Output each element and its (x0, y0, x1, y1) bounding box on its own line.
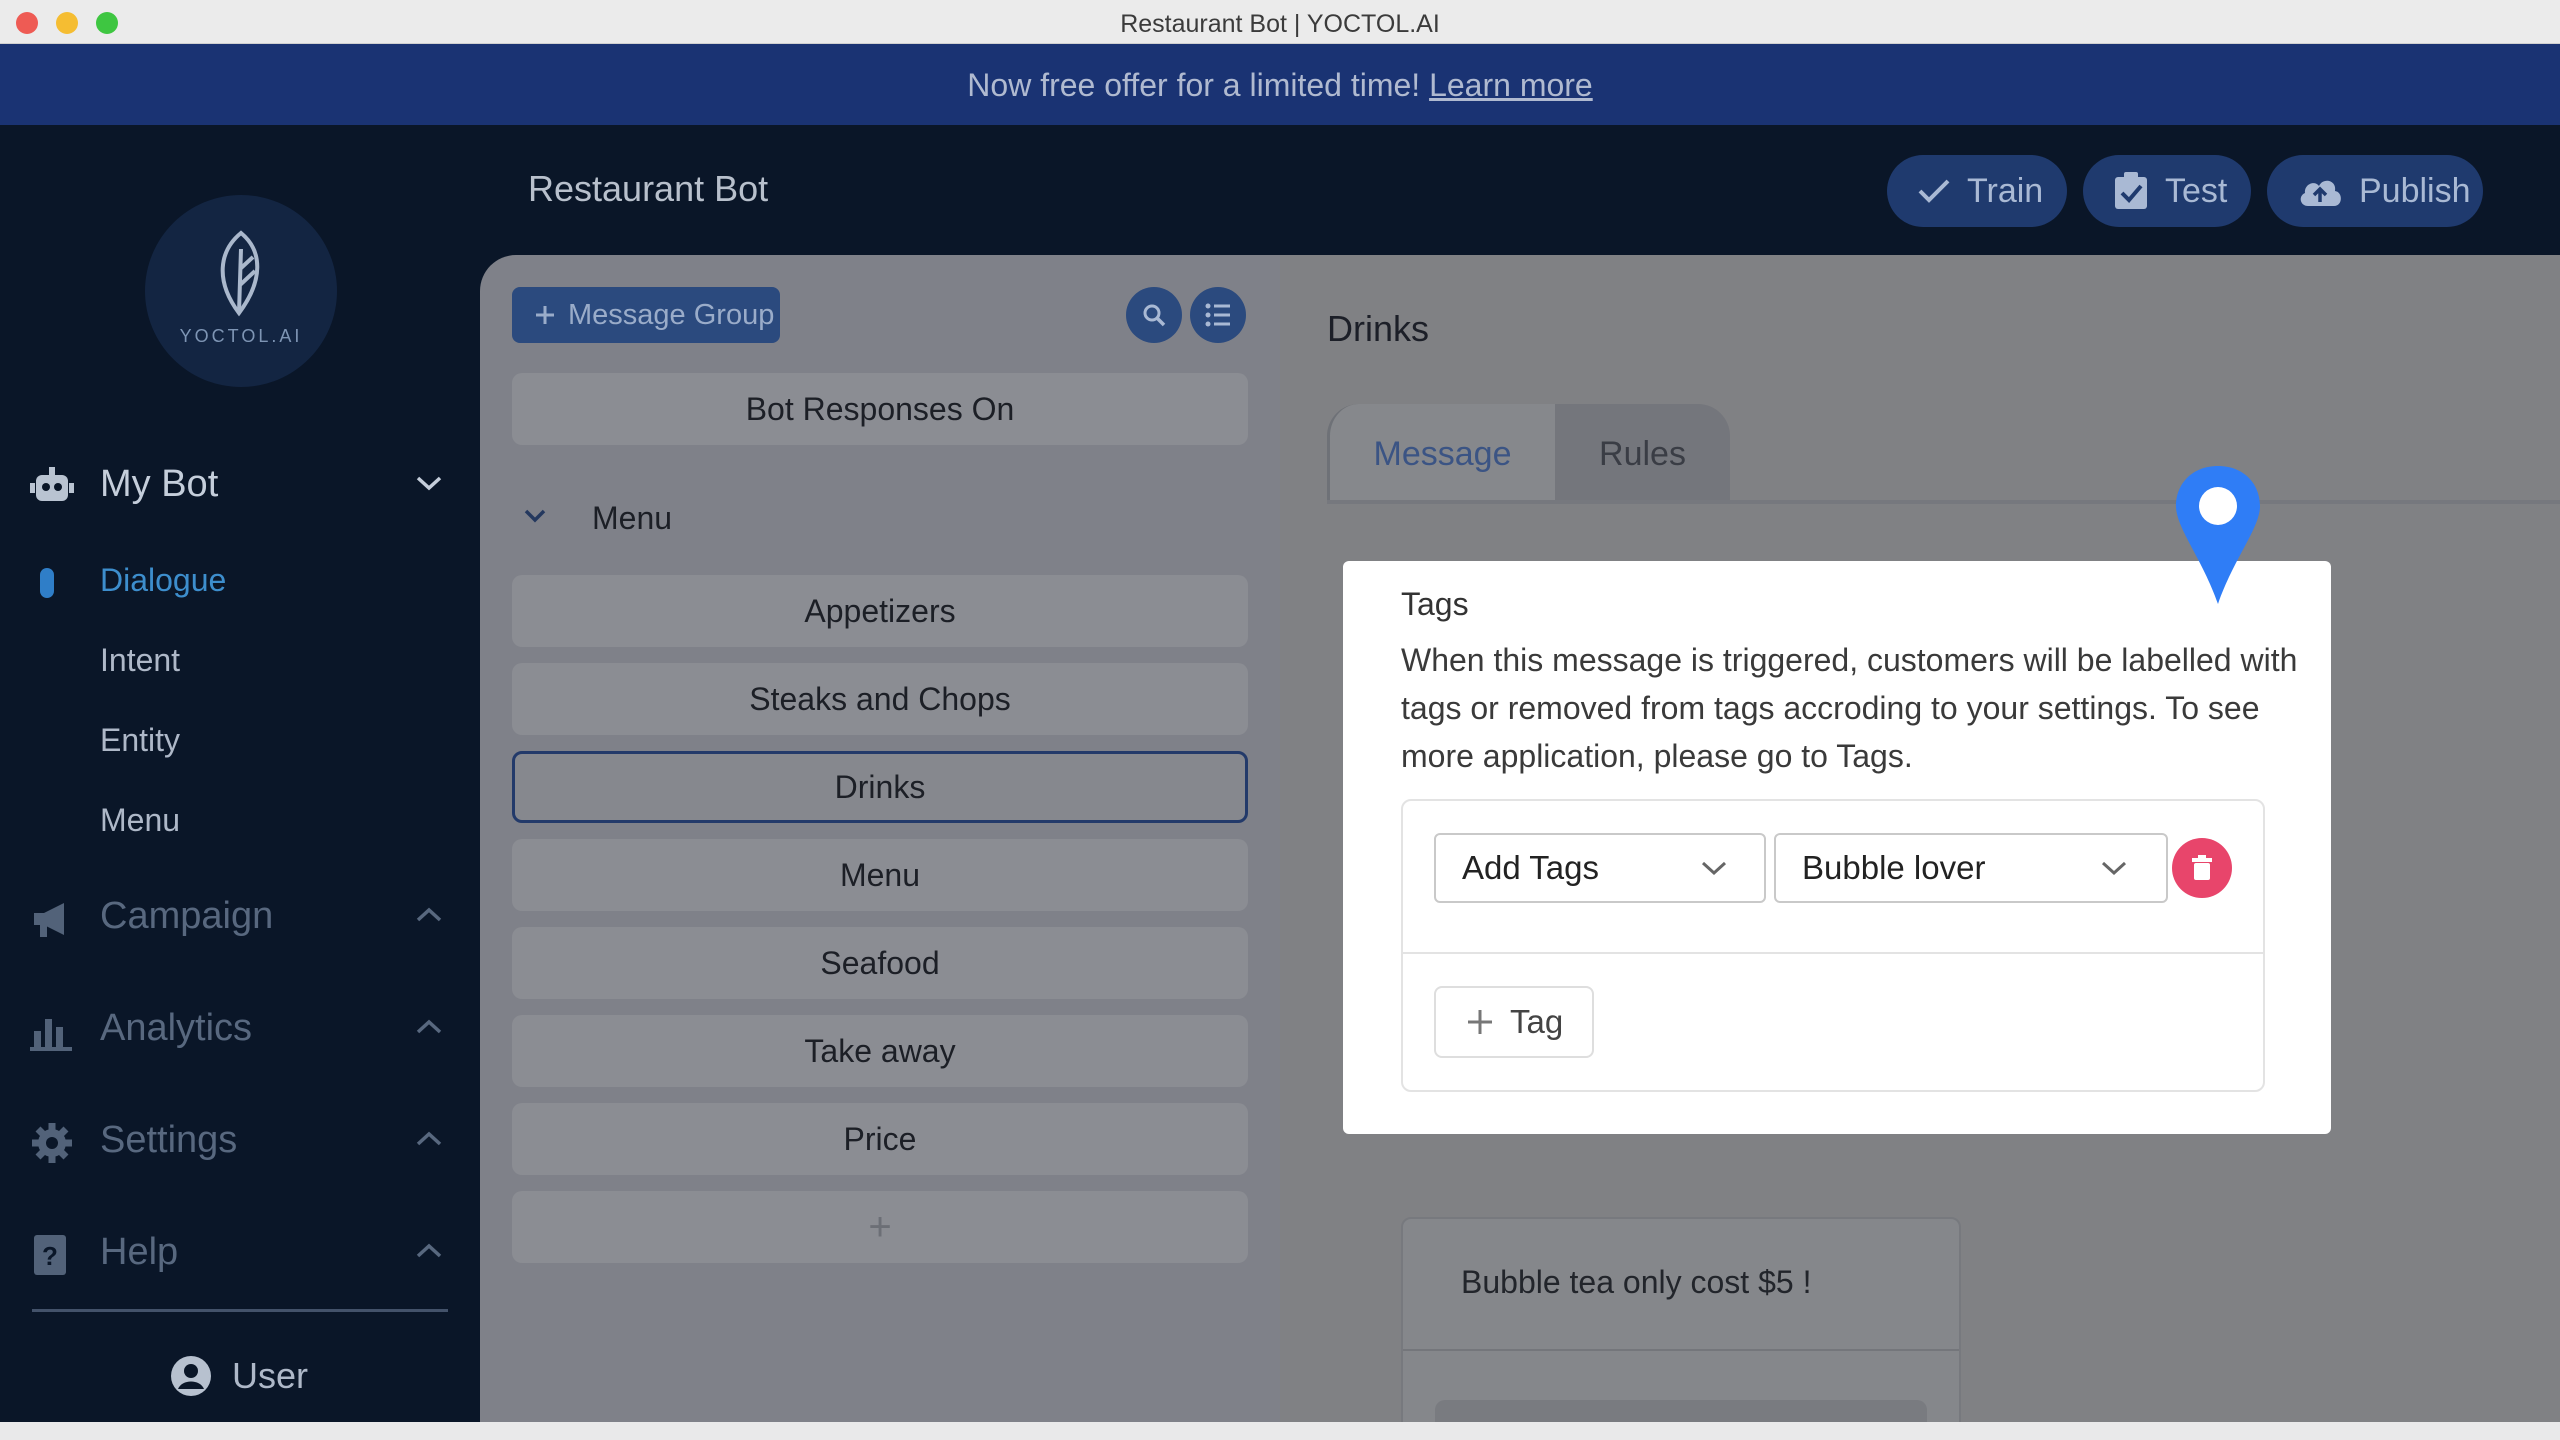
sidebar-divider (32, 1309, 448, 1312)
checkmark-icon (1918, 179, 1950, 203)
entity-label: Entity (100, 722, 181, 758)
add-message-group-button[interactable]: Message Group (512, 287, 780, 343)
group-item-steaks-and-chops[interactable]: Steaks and Chops (512, 663, 1248, 735)
megaphone-icon (34, 903, 64, 937)
sidebar-item-my-bot[interactable]: My Bot (0, 463, 480, 523)
gear-icon (32, 1123, 72, 1163)
group-item-take-away[interactable]: Take away (512, 1015, 1248, 1087)
test-label: Test (2165, 171, 2228, 210)
promo-banner: Now free offer for a limited time! Learn… (0, 44, 2560, 125)
window-titlebar: Restaurant Bot | YOCTOL.AI (0, 0, 2560, 44)
publish-label: Publish (2359, 171, 2471, 210)
menu-label: Menu (100, 802, 181, 838)
message-text: Bubble tea only cost $5 ! (1461, 1264, 1812, 1300)
dialogue-label: Dialogue (100, 562, 227, 598)
intent-label: Intent (100, 642, 181, 678)
sidebar-item-analytics[interactable]: Analytics (0, 1007, 480, 1067)
chevron-down-icon (1701, 861, 1727, 876)
train-button[interactable]: Train (1887, 155, 2067, 227)
banner-text: Now free offer for a limited time! (967, 67, 1430, 103)
window-title: Restaurant Bot | YOCTOL.AI (1120, 10, 1440, 38)
logo-text: YOCTOL.AI (179, 326, 303, 346)
tag-action-value: Add Tags (1462, 849, 1599, 886)
active-indicator (40, 568, 54, 598)
group-item-appetizers[interactable]: Appetizers (512, 575, 1248, 647)
tag-name-value: Bubble lover (1802, 849, 1986, 886)
tab-underline (1327, 500, 2560, 504)
window-bottom-edge (0, 1422, 2560, 1440)
leaf-logo-icon (220, 230, 260, 317)
settings-label: Settings (100, 1119, 238, 1161)
add-tag-button[interactable]: Tag (1434, 986, 1594, 1058)
robot-icon (30, 467, 74, 501)
user-menu[interactable]: User (170, 1355, 308, 1397)
tab-message[interactable]: Message (1327, 404, 1555, 500)
location-pin-icon (2176, 466, 2260, 604)
help-label: Help (100, 1231, 179, 1273)
publish-button[interactable]: Publish (2267, 155, 2483, 227)
sidebar-item-dialogue[interactable]: Dialogue (0, 562, 480, 612)
tag-box-divider (1403, 952, 2263, 954)
message-group-label: Message Group (568, 298, 775, 331)
plus-icon (536, 306, 554, 324)
train-label: Train (1967, 171, 2044, 210)
chevron-up-icon (416, 1019, 442, 1034)
bar-chart-icon (30, 1019, 72, 1051)
logo[interactable]: YOCTOL.AI (145, 195, 337, 387)
group-item-drinks[interactable]: Drinks (512, 751, 1248, 823)
chevron-down-icon (416, 476, 442, 491)
clipboard-check-icon (2115, 172, 2147, 209)
cloud-upload-icon (2300, 180, 2341, 206)
group-item-menu[interactable]: Menu (512, 839, 1248, 911)
menu-group-label: Menu (592, 500, 673, 536)
user-label: User (232, 1355, 309, 1396)
tags-title: Tags (1401, 586, 1469, 622)
add-tag-label: Tag (1510, 1003, 1564, 1040)
chevron-up-icon (416, 1131, 442, 1146)
chevron-down-icon (524, 509, 546, 523)
tag-action-select[interactable]: Add Tags (1434, 833, 1766, 903)
group-item-seafood[interactable]: Seafood (512, 927, 1248, 999)
tags-description: When this message is triggered, customer… (1401, 642, 2298, 774)
chevron-up-icon (416, 907, 442, 922)
sidebar-item-entity[interactable]: Entity (0, 722, 480, 772)
list-view-button[interactable] (1190, 287, 1246, 343)
my-bot-label: My Bot (100, 463, 219, 505)
detail-heading: Drinks (1327, 308, 1430, 349)
menu-group-header[interactable]: Menu (512, 495, 1248, 545)
sidebar-item-menu[interactable]: Menu (0, 802, 480, 852)
svg-text:?: ? (42, 1241, 58, 1271)
list-icon (1205, 303, 1230, 327)
bot-responses-toggle[interactable]: Bot Responses On (512, 373, 1248, 445)
user-avatar-icon (171, 1356, 211, 1396)
sidebar-item-help[interactable]: ? Help (0, 1231, 480, 1291)
campaign-label: Campaign (100, 895, 274, 937)
bot-title: Restaurant Bot (528, 168, 769, 209)
help-book-icon: ? (34, 1235, 66, 1275)
search-icon (1143, 304, 1166, 327)
message-card-divider (1403, 1349, 1959, 1351)
sidebar-item-campaign[interactable]: Campaign (0, 895, 480, 955)
chevron-up-icon (416, 1243, 442, 1258)
delete-tag-button[interactable] (2172, 838, 2232, 898)
plus-icon (1468, 1010, 1492, 1034)
test-button[interactable]: Test (2083, 155, 2251, 227)
group-item-price[interactable]: Price (512, 1103, 1248, 1175)
tab-rules[interactable]: Rules (1555, 404, 1730, 500)
trash-icon (2192, 855, 2212, 880)
analytics-label: Analytics (100, 1007, 253, 1049)
search-button[interactable] (1126, 287, 1182, 343)
add-group-item-button[interactable]: + (512, 1191, 1248, 1263)
chevron-down-icon (2101, 861, 2127, 876)
tag-name-select[interactable]: Bubble lover (1774, 833, 2168, 903)
sidebar-item-intent[interactable]: Intent (0, 642, 480, 692)
sidebar: YOCTOL.AI My Bot Dialogue Intent Entity … (0, 125, 480, 1422)
learn-more-link[interactable]: Learn more (1429, 67, 1593, 103)
sidebar-item-settings[interactable]: Settings (0, 1119, 480, 1179)
